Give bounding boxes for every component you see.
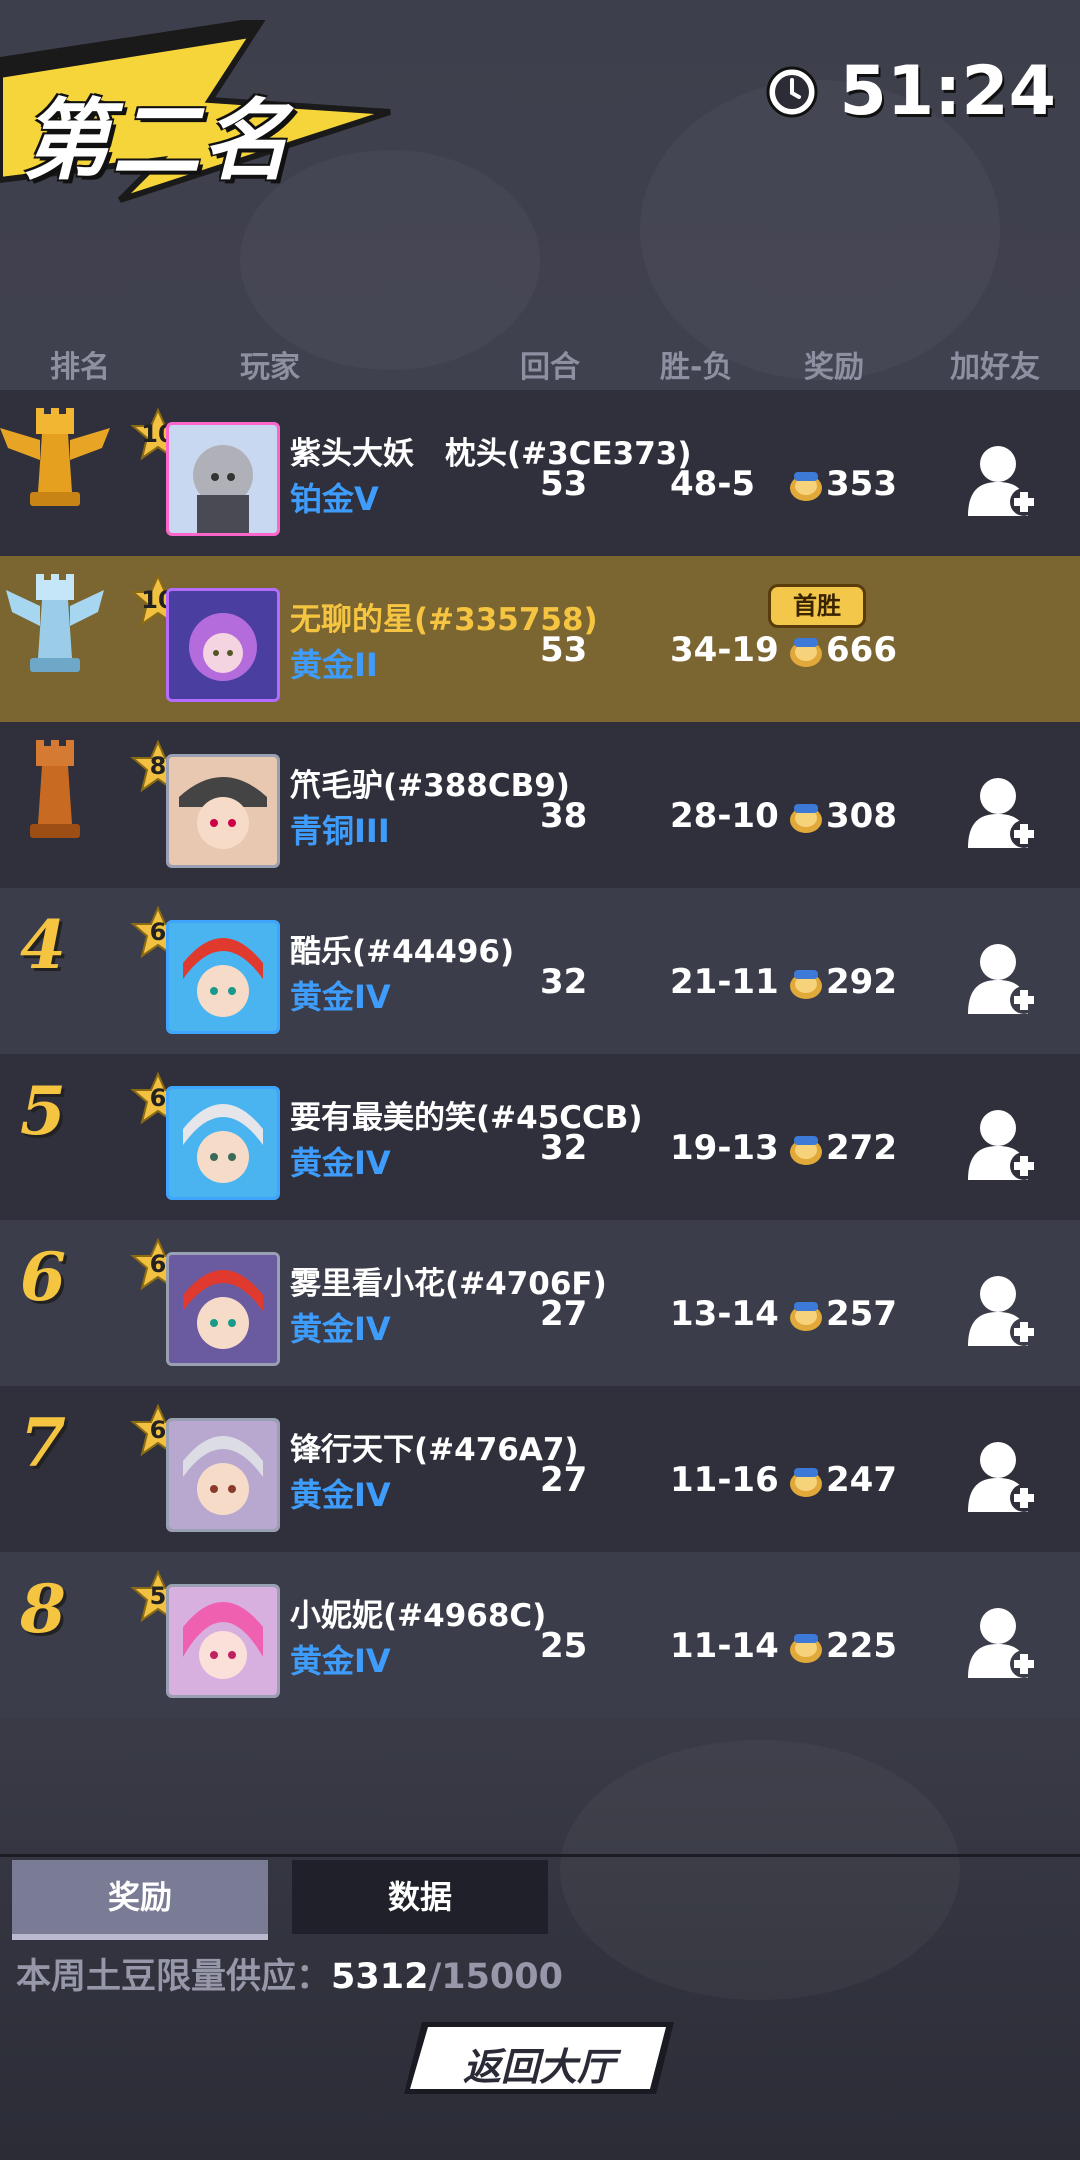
add-friend-icon[interactable] (966, 1604, 1040, 1680)
player-tier: 青铜III (290, 812, 390, 850)
player-rounds: 38 (540, 796, 588, 836)
player-row: 8 笊毛驴(#388CB9) 青铜III 38 28-10 308 (0, 722, 1080, 888)
player-name: 紫头大妖 枕头(#3CE373) (290, 436, 692, 472)
player-name: 要有最美的笑(#45CCB) (290, 1100, 643, 1136)
player-rounds: 27 (540, 1460, 588, 1500)
player-reward: 292 (826, 962, 897, 1002)
background-decoration (560, 1740, 960, 2000)
potato-coin-icon (790, 970, 822, 999)
silver-rook-trophy-icon (6, 574, 104, 672)
player-row-current: 10 首胜 无聊的星(#335758) 黄金II 53 34-19 666 (0, 556, 1080, 722)
return-lobby-label[interactable]: 返回大厅 (404, 2036, 674, 2091)
player-row: 10 紫头大妖 枕头(#3CE373) 铂金V 53 48-5 353 (0, 390, 1080, 556)
clock-icon (766, 66, 818, 117)
player-rounds: 53 (540, 464, 588, 504)
potato-coin-icon (790, 638, 822, 667)
player-avatar[interactable] (166, 1252, 280, 1366)
player-reward: 353 (826, 464, 897, 504)
col-header-player: 玩家 (240, 350, 300, 385)
player-row: 6 6 雾里看小花(#4706F) 黄金IV 27 13-14 257 (0, 1220, 1080, 1386)
potato-coin-icon (790, 1136, 822, 1165)
col-header-add-friend: 加好友 (950, 350, 1040, 385)
add-friend-icon[interactable] (966, 1438, 1040, 1514)
add-friend-icon[interactable] (966, 774, 1040, 850)
player-reward: 257 (826, 1294, 897, 1334)
timer-text: 51:24 (839, 52, 1056, 131)
player-avatar[interactable] (166, 422, 280, 536)
player-row: 8 5 小妮妮(#4968C) 黄金IV 25 11-14 225 (0, 1552, 1080, 1718)
player-rounds: 32 (540, 1128, 588, 1168)
player-rounds: 53 (540, 630, 588, 670)
add-friend-icon[interactable] (966, 940, 1040, 1016)
player-rounds: 27 (540, 1294, 588, 1334)
player-avatar[interactable] (166, 1418, 280, 1532)
player-tier: 黄金IV (290, 978, 391, 1016)
weekly-supply: 本周土豆限量供应：5312/15000 (16, 1948, 563, 1999)
player-tier: 铂金V (290, 480, 379, 518)
player-row: 7 6 锋行天下(#476A7) 黄金IV 27 11-16 247 (0, 1386, 1080, 1552)
rank-number: 7 (20, 1404, 66, 1482)
player-win-loss: 28-10 (670, 796, 779, 836)
player-win-loss: 34-19 (670, 630, 779, 670)
col-header-rounds: 回合 (520, 350, 580, 385)
player-avatar[interactable] (166, 588, 280, 702)
timer: 51:24 (764, 52, 1056, 131)
weekly-supply-max: /15000 (428, 1957, 563, 1997)
player-name: 小妮妮(#4968C) (290, 1598, 547, 1634)
placement-title: 第二名 (22, 89, 293, 192)
player-reward: 225 (826, 1626, 897, 1666)
rank-number: 5 (20, 1072, 66, 1150)
player-avatar[interactable] (166, 1584, 280, 1698)
player-tier: 黄金IV (290, 1144, 391, 1182)
player-win-loss: 21-11 (670, 962, 779, 1002)
gold-rook-trophy-icon (0, 408, 110, 506)
player-reward: 272 (826, 1128, 897, 1168)
player-win-loss: 48-5 (670, 464, 756, 504)
add-friend-icon[interactable] (966, 442, 1040, 518)
potato-coin-icon (790, 1302, 822, 1331)
placement-banner: 第二名 (0, 16, 400, 210)
potato-coin-icon (790, 472, 822, 501)
col-header-win-loss: 胜-负 (660, 350, 733, 385)
player-name: 酷乐(#44496) (290, 934, 515, 970)
player-tier: 黄金IV (290, 1642, 391, 1680)
player-rounds: 32 (540, 962, 588, 1002)
player-win-loss: 11-16 (670, 1460, 779, 1500)
player-reward: 308 (826, 796, 897, 836)
weekly-supply-label: 本周土豆限量供应： (16, 1957, 332, 1997)
tab-reward[interactable]: 奖励 (12, 1860, 268, 1940)
potato-coin-icon (790, 804, 822, 833)
col-header-rank: 排名 (50, 350, 110, 385)
add-friend-icon[interactable] (966, 1272, 1040, 1348)
player-row: 5 6 要有最美的笑(#45CCB) 黄金IV 32 19-13 272 (0, 1054, 1080, 1220)
potato-coin-icon (790, 1468, 822, 1497)
weekly-supply-current: 5312 (331, 1957, 429, 1997)
player-win-loss: 19-13 (670, 1128, 779, 1168)
player-reward: 247 (826, 1460, 897, 1500)
player-avatar[interactable] (166, 754, 280, 868)
player-name: 笊毛驴(#388CB9) (290, 768, 570, 804)
bronze-rook-trophy-icon (30, 740, 80, 838)
player-tier: 黄金IV (290, 1476, 391, 1514)
col-header-reward: 奖励 (804, 350, 864, 385)
player-tier: 黄金IV (290, 1310, 391, 1348)
player-row: 4 6 酷乐(#44496) 黄金IV 32 21-11 292 (0, 888, 1080, 1054)
rank-number: 6 (20, 1238, 66, 1316)
player-reward: 666 (826, 630, 897, 670)
rank-number: 8 (20, 1570, 66, 1648)
add-friend-icon[interactable] (966, 1106, 1040, 1182)
player-tier: 黄金II (290, 646, 378, 684)
player-avatar[interactable] (166, 920, 280, 1034)
player-win-loss: 13-14 (670, 1294, 779, 1334)
divider (0, 1854, 1080, 1857)
rank-number: 4 (20, 906, 66, 984)
potato-coin-icon (790, 1634, 822, 1663)
tab-data[interactable]: 数据 (292, 1860, 548, 1934)
player-rounds: 25 (540, 1626, 588, 1666)
player-avatar[interactable] (166, 1086, 280, 1200)
player-name: 锋行天下(#476A7) (290, 1432, 579, 1468)
first-win-badge: 首胜 (768, 584, 866, 628)
player-win-loss: 11-14 (670, 1626, 779, 1666)
